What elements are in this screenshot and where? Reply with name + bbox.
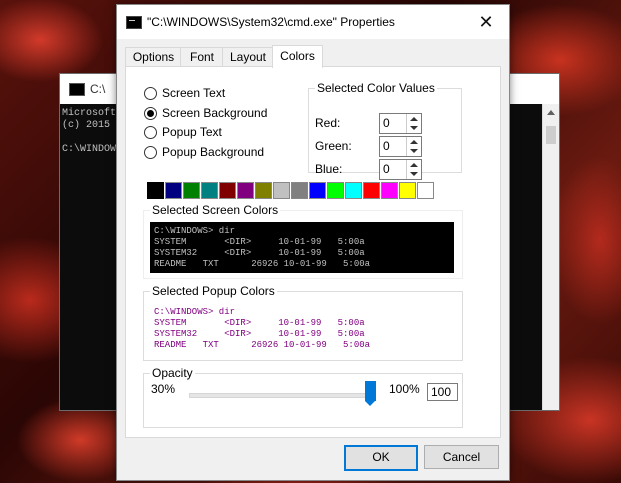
color-swatch[interactable] [399,182,416,199]
group-legend: Selected Screen Colors [152,203,279,217]
radio-label: Screen Text [162,86,226,100]
color-swatch[interactable] [219,182,236,199]
color-swatch[interactable] [309,182,326,199]
arrow-down-icon[interactable] [410,126,418,130]
blue-stepper[interactable]: 0 [379,159,422,180]
preview-line: SYSTEM32 <DIR> 10-01-99 5:00a [154,329,365,339]
stepper-buttons[interactable] [406,137,421,156]
color-swatch[interactable] [327,182,344,199]
blue-label: Blue: [315,162,343,176]
radio-label: Screen Background [162,106,268,120]
blue-value: 0 [383,162,390,176]
radio-button[interactable] [144,145,157,159]
arrow-down-icon[interactable] [410,149,418,153]
preview-line: C:\WINDOWS> dir [154,307,236,317]
arrow-up-icon[interactable] [410,117,418,121]
red-value: 0 [383,116,390,130]
preview-line: C:\WINDOWS> dir [154,226,236,236]
tab-layout[interactable]: Layout [222,47,274,67]
opacity-min-label: 30% [151,382,176,396]
opacity-slider-track[interactable] [189,393,372,398]
close-icon: ✕ [478,11,494,32]
console-line: Microsoft [62,108,117,119]
scroll-up-arrow-icon[interactable] [547,110,555,115]
dialog-title: "C:\WINDOWS\System32\cmd.exe" Properties [147,15,395,29]
color-swatch[interactable] [183,182,200,199]
group-legend: Selected Color Values [317,81,435,95]
dialog-titlebar[interactable]: "C:\WINDOWS\System32\cmd.exe" Properties… [117,5,509,39]
console-output: Microsoft (c) 2015 M C:\WINDOWS [62,108,122,156]
console-line: (c) 2015 M [62,120,123,131]
opacity-value-field[interactable]: 100 [427,383,458,401]
console-title: C:\ [90,82,106,96]
console-scrollbar[interactable] [542,104,559,410]
ok-button[interactable]: OK [344,445,418,471]
color-swatch[interactable] [147,182,164,199]
red-stepper[interactable]: 0 [379,113,422,134]
green-stepper[interactable]: 0 [379,136,422,157]
color-swatch[interactable] [201,182,218,199]
preview-line: README TXT 26926 10-01-99 5:00a [154,259,371,269]
close-button[interactable]: ✕ [463,5,509,39]
radio-popup-text[interactable]: Popup Text [144,124,222,140]
tab-options[interactable]: Options [125,47,182,67]
radio-label: Popup Background [162,145,265,159]
radio-screen-background[interactable]: Screen Background [144,105,267,121]
arrow-up-icon[interactable] [410,140,418,144]
color-swatch[interactable] [381,182,398,199]
stepper-buttons[interactable] [406,160,421,179]
color-swatch[interactable] [345,182,362,199]
group-legend: Opacity [152,366,193,380]
selected-color-values-group: Selected Color Values Red: 0 Green: 0 Bl… [308,81,462,180]
console-app-icon [69,83,85,96]
tab-colors[interactable]: Colors [272,45,323,68]
preview-line: README TXT 26926 10-01-99 5:00a [154,340,371,350]
cancel-button[interactable]: Cancel [424,445,499,469]
green-label: Green: [315,139,352,153]
preview-line: SYSTEM <DIR> 10-01-99 5:00a [154,237,365,247]
arrow-down-icon[interactable] [410,172,418,176]
opacity-max-label: 100% [389,382,420,396]
screen-colors-preview: C:\WINDOWS> dir SYSTEM <DIR> 10-01-99 5:0… [150,222,454,273]
group-legend: Selected Popup Colors [152,284,275,298]
radio-label: Popup Text [162,125,222,139]
color-palette [147,182,435,200]
color-swatch[interactable] [291,182,308,199]
radio-button[interactable] [144,106,157,120]
red-label: Red: [315,116,341,130]
color-swatch[interactable] [417,182,434,199]
console-line: C:\WINDOWS [62,144,123,155]
opacity-slider-thumb[interactable] [364,381,376,406]
popup-colors-preview: C:\WINDOWS> dir SYSTEM <DIR> 10-01-99 5:0… [150,303,454,354]
stepper-buttons[interactable] [406,114,421,133]
radio-screen-text[interactable]: Screen Text [144,85,225,101]
color-swatch[interactable] [255,182,272,199]
color-swatch[interactable] [165,182,182,199]
preview-line: SYSTEM <DIR> 10-01-99 5:00a [154,318,365,328]
color-swatch[interactable] [273,182,290,199]
scrollbar-thumb[interactable] [546,126,556,144]
cmd-app-icon [126,16,142,29]
radio-button[interactable] [144,86,157,100]
radio-button[interactable] [144,125,157,139]
tab-font[interactable]: Font [180,47,224,67]
color-swatch[interactable] [237,182,254,199]
preview-line: SYSTEM32 <DIR> 10-01-99 5:00a [154,248,365,258]
green-value: 0 [383,139,390,153]
properties-dialog: "C:\WINDOWS\System32\cmd.exe" Properties… [116,4,510,481]
arrow-up-icon[interactable] [410,163,418,167]
color-swatch[interactable] [363,182,380,199]
radio-popup-background[interactable]: Popup Background [144,144,264,160]
